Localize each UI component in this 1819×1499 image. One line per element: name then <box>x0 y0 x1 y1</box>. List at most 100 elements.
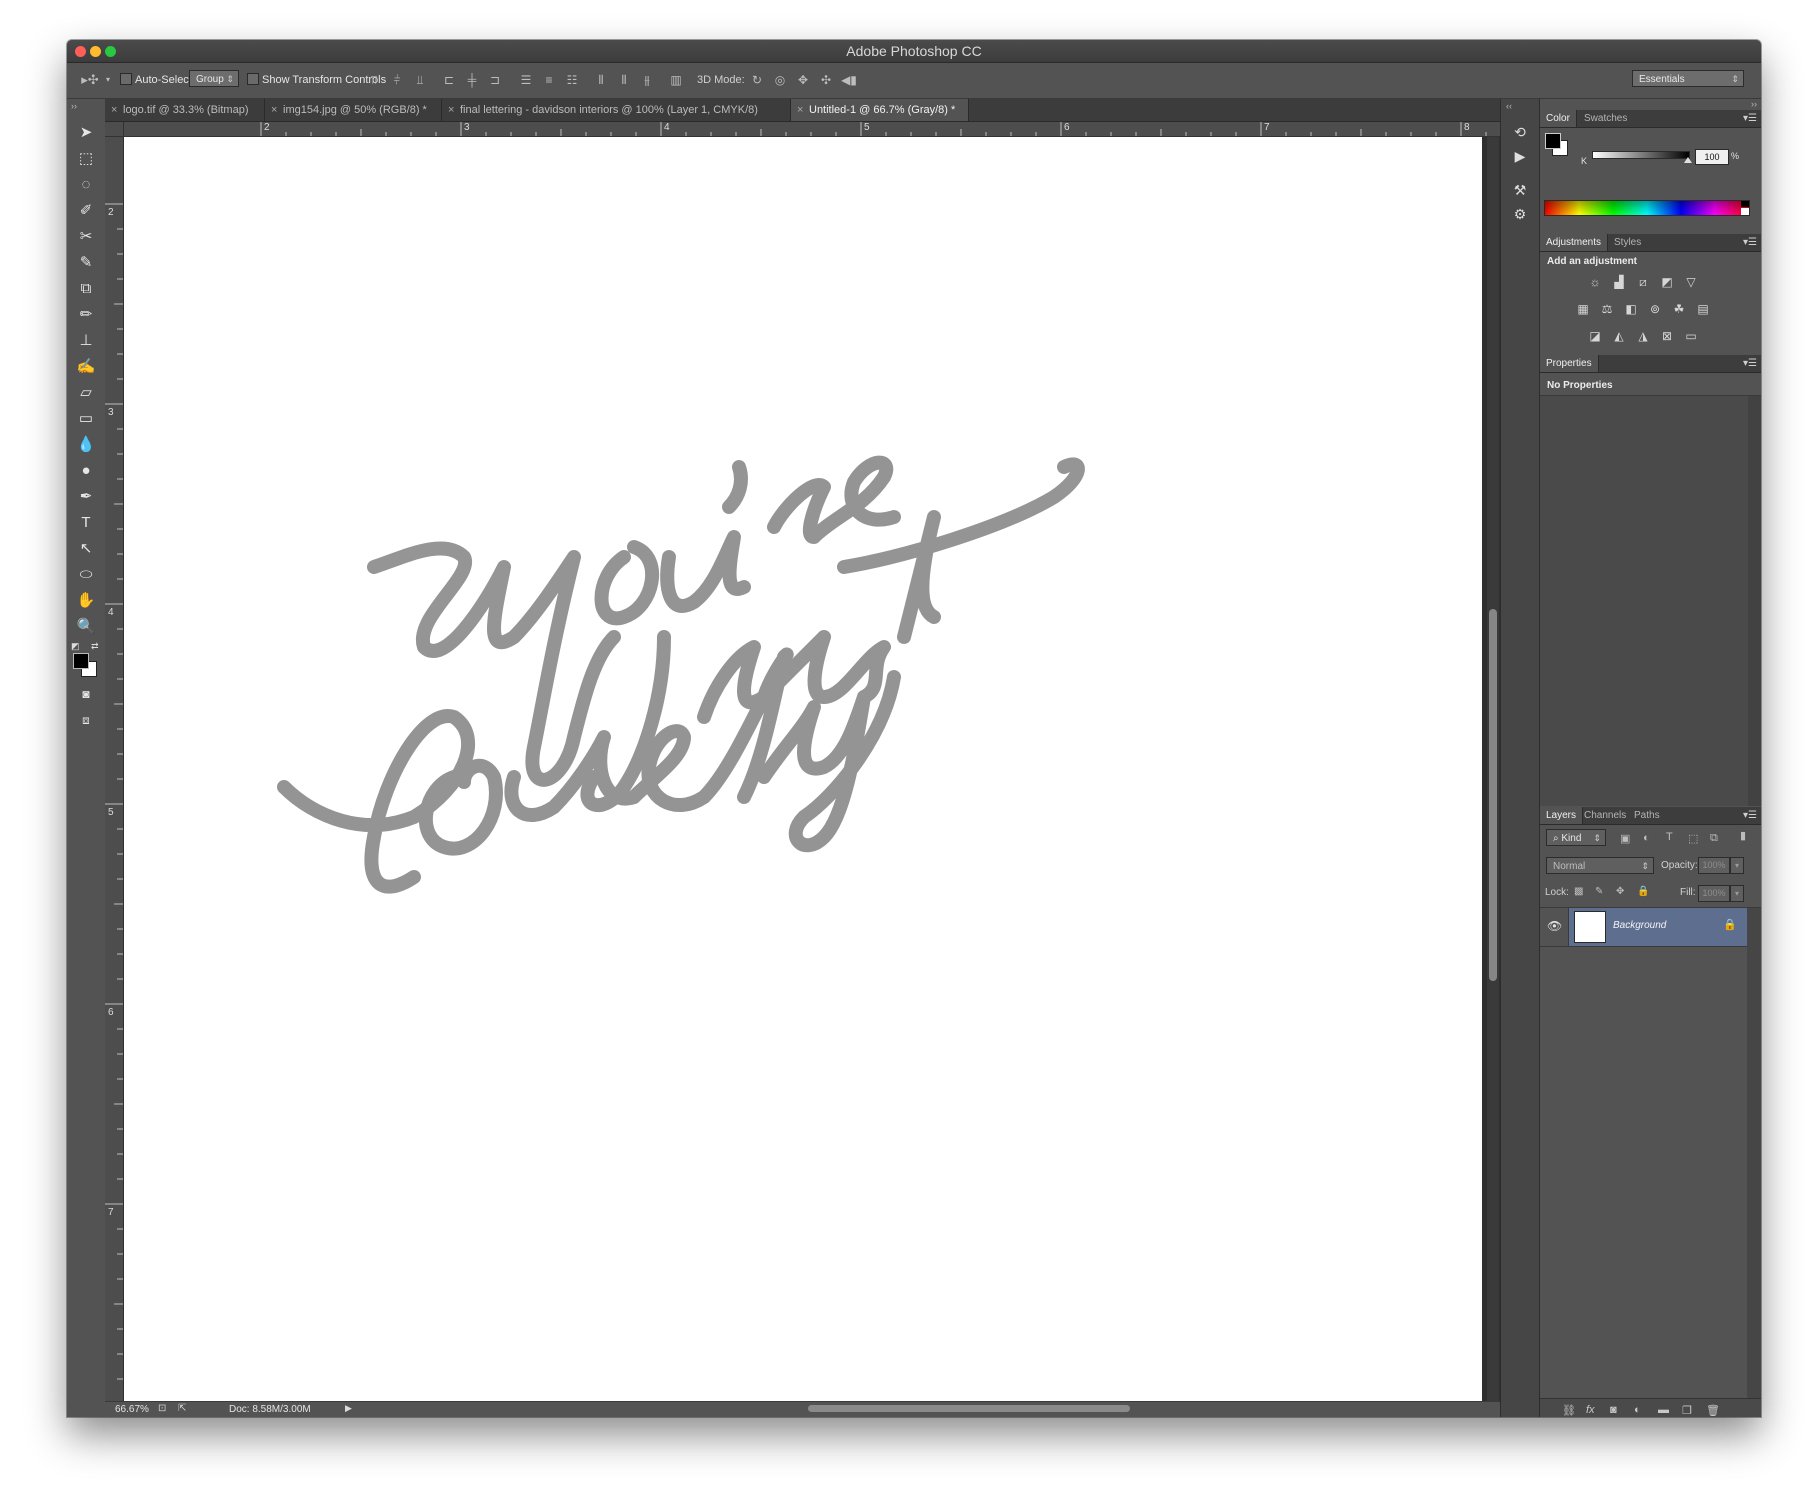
default-colors-icon[interactable]: ◩ <box>71 641 80 652</box>
tab-paths[interactable]: Paths <box>1628 807 1666 824</box>
layer-name[interactable]: Background <box>1613 920 1666 931</box>
pen-tool-icon[interactable]: ✒ <box>75 486 97 508</box>
horizontal-ruler[interactable]: 2 3 4 5 6 7 8 <box>123 122 1544 137</box>
invert-icon[interactable]: ◪ <box>1587 329 1603 343</box>
k-slider-track[interactable] <box>1592 151 1690 159</box>
layer-row-background[interactable]: 👁 Background 🔒 <box>1540 908 1747 947</box>
tab-img154[interactable]: × img154.jpg @ 50% (RGB/8) * <box>265 99 442 121</box>
distribute-right-icon[interactable]: ⫵ <box>638 71 656 89</box>
healing-brush-tool-icon[interactable]: ⧉ <box>75 278 97 300</box>
3d-drag-icon[interactable]: ✥ <box>794 71 812 89</box>
eraser-tool-icon[interactable]: ▱ <box>75 382 97 404</box>
actions-panel-icon[interactable]: ▶ <box>1509 145 1531 167</box>
swap-colors-icon[interactable]: ⇄ <box>91 641 99 652</box>
tab-close-icon[interactable]: × <box>271 99 277 121</box>
filter-pixel-icon[interactable]: ▣ <box>1620 832 1630 845</box>
vertical-scrollbar[interactable] <box>1487 137 1499 1407</box>
eye-icon[interactable]: 👁 <box>1547 919 1562 933</box>
filter-toggle-icon[interactable]: ▮ <box>1740 829 1746 842</box>
distribute-horizontal-centers-icon[interactable]: ⦀ <box>615 71 633 89</box>
collapse-panels-icon[interactable]: ›› <box>1751 99 1757 109</box>
align-left-edges-icon[interactable]: ⊏ <box>440 71 458 89</box>
tab-logo[interactable]: × logo.tif @ 33.3% (Bitmap) <box>105 99 265 121</box>
tab-close-icon[interactable]: × <box>448 99 454 121</box>
document-canvas[interactable] <box>124 137 1482 1404</box>
opacity-field[interactable]: 100% <box>1698 857 1730 874</box>
k-slider-thumb[interactable] <box>1684 157 1692 163</box>
lock-image-icon[interactable]: ✎ <box>1595 886 1603 897</box>
3d-rotate-icon[interactable]: ↻ <box>748 71 766 89</box>
layers-scrollbar[interactable] <box>1747 908 1761 1398</box>
3d-roll-icon[interactable]: ◎ <box>771 71 789 89</box>
tab-close-icon[interactable]: × <box>111 99 117 121</box>
properties-scrollbar[interactable] <box>1748 396 1761 806</box>
distribute-top-icon[interactable]: ☰ <box>517 71 535 89</box>
move-tool-preset-icon[interactable]: ▸✣ <box>77 71 103 89</box>
vertical-scrollbar-thumb[interactable] <box>1489 609 1497 981</box>
dodge-tool-icon[interactable]: ● <box>75 460 97 482</box>
panel-menu-icon[interactable]: ▾☰ <box>1743 234 1757 251</box>
panel-menu-icon[interactable]: ▾☰ <box>1743 110 1757 127</box>
share-icon[interactable]: ⇱ <box>178 1403 186 1414</box>
status-info-icon[interactable]: ⊡ <box>158 1403 166 1414</box>
new-group-icon[interactable]: ▬ <box>1658 1404 1669 1416</box>
clone-stamp-tool-icon[interactable]: ⊥ <box>75 330 97 352</box>
ellipse-tool-icon[interactable]: ⬭ <box>75 564 97 586</box>
foreground-color-chip[interactable] <box>1545 133 1561 149</box>
fill-field[interactable]: 100% <box>1698 885 1730 902</box>
tab-untitled-1[interactable]: × Untitled-1 @ 66.7% (Gray/8) * <box>791 99 969 121</box>
zoom-level[interactable]: 66.67% <box>115 1404 149 1415</box>
3d-slide-icon[interactable]: ✣ <box>817 71 835 89</box>
delete-layer-icon[interactable]: 🗑 <box>1706 1404 1720 1417</box>
layer-filter-dropdown[interactable]: ⌕ Kind <box>1546 829 1606 847</box>
history-brush-tool-icon[interactable]: ✍ <box>75 356 97 378</box>
workspace-switcher[interactable]: Essentials <box>1632 70 1744 88</box>
align-top-edges-icon[interactable]: ⫪ <box>365 71 383 89</box>
hand-tool-icon[interactable]: ✋ <box>75 590 97 612</box>
filter-type-icon[interactable]: T <box>1666 831 1673 843</box>
marquee-tool-icon[interactable]: ⬚ <box>75 148 97 170</box>
lock-all-icon[interactable]: 🔒 <box>1637 886 1649 897</box>
blend-mode-dropdown[interactable]: Normal <box>1546 857 1654 875</box>
link-layers-icon[interactable]: ⛓ <box>1562 1404 1576 1417</box>
3d-scale-icon[interactable]: ◀▮ <box>840 71 858 89</box>
new-adjustment-layer-icon[interactable]: ◐ <box>1634 1404 1641 1416</box>
type-tool-icon[interactable]: T <box>75 512 97 534</box>
path-selection-tool-icon[interactable]: ↖ <box>75 538 97 560</box>
ruler-origin[interactable] <box>105 122 124 137</box>
align-horizontal-centers-icon[interactable]: ╪ <box>463 71 481 89</box>
tab-channels[interactable]: Channels <box>1578 807 1632 824</box>
fx-icon[interactable]: fx <box>1586 1404 1595 1416</box>
curves-icon[interactable]: ⧄ <box>1635 275 1651 289</box>
zoom-tool-icon[interactable]: 🔍 <box>75 616 97 638</box>
auto-align-layers-icon[interactable]: ▥ <box>667 71 685 89</box>
chevron-down-icon[interactable]: ▾ <box>1730 885 1744 902</box>
add-mask-icon[interactable]: ◙ <box>1610 1404 1617 1416</box>
hue-saturation-icon[interactable]: ▦ <box>1575 302 1591 316</box>
align-right-edges-icon[interactable]: ⊐ <box>486 71 504 89</box>
threshold-icon[interactable]: ◮ <box>1635 329 1651 343</box>
color-lookup-icon[interactable]: ▤ <box>1695 302 1711 316</box>
lock-position-icon[interactable]: ✥ <box>1616 886 1624 897</box>
status-menu-arrow-icon[interactable]: ▶ <box>345 1403 352 1414</box>
brush-presets-panel-icon[interactable]: ⚙ <box>1509 203 1531 225</box>
tab-adjustments[interactable]: Adjustments <box>1540 234 1609 251</box>
quick-selection-tool-icon[interactable]: ✐ <box>75 200 97 222</box>
chevron-down-icon[interactable]: ▾ <box>103 71 113 89</box>
auto-select-checkbox[interactable] <box>120 73 132 85</box>
horizontal-scrollbar-thumb[interactable] <box>808 1405 1130 1412</box>
tab-properties[interactable]: Properties <box>1540 355 1599 372</box>
distribute-left-icon[interactable]: ⫴ <box>592 71 610 89</box>
panel-menu-icon[interactable]: ▾☰ <box>1743 355 1757 372</box>
lasso-tool-icon[interactable]: ◌ <box>75 174 97 196</box>
gradient-map-icon[interactable]: ▭ <box>1683 329 1699 343</box>
expand-dock-icon[interactable]: ‹‹ <box>1506 101 1512 111</box>
selective-color-icon[interactable]: ⊠ <box>1659 329 1675 343</box>
brush-tool-icon[interactable]: ✏ <box>75 304 97 326</box>
gradient-tool-icon[interactable]: ▭ <box>75 408 97 430</box>
vibrance-icon[interactable]: ▽ <box>1683 275 1699 289</box>
tab-styles[interactable]: Styles <box>1608 234 1647 251</box>
distribute-vertical-centers-icon[interactable]: ≡ <box>540 71 558 89</box>
levels-icon[interactable]: ▟ <box>1611 275 1627 289</box>
filter-adjustment-icon[interactable]: ◐ <box>1643 832 1650 844</box>
